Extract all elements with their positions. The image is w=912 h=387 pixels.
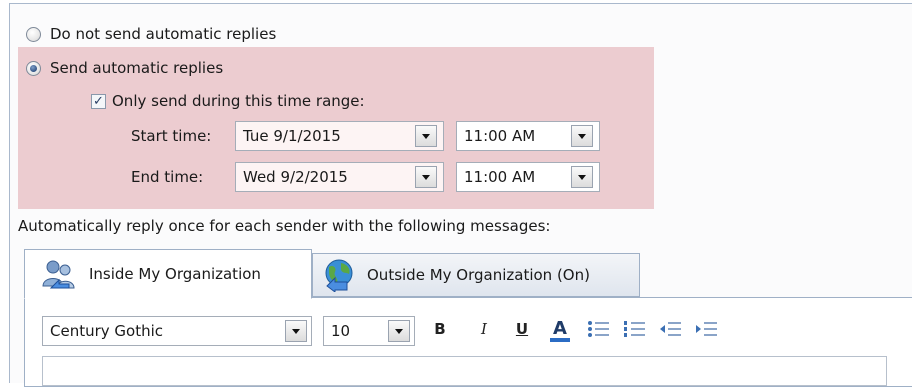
chevron-down-icon[interactable] (415, 125, 437, 147)
radio-unselected-icon[interactable] (26, 26, 41, 42)
start-date-dropdown[interactable]: Tue 9/1/2015 (235, 121, 444, 151)
time-range-checkbox[interactable]: ✓ Only send during this time range: (91, 92, 365, 110)
people-icon (42, 260, 75, 289)
tab-outside-organization[interactable]: Outside My Organization (On) (312, 253, 640, 297)
radio-selected-icon[interactable] (26, 60, 41, 76)
italic-button[interactable]: I (474, 318, 494, 340)
font-color-button[interactable]: A (550, 318, 570, 342)
decrease-indent-icon[interactable] (658, 318, 684, 340)
start-time-dropdown[interactable]: 11:00 AM (456, 121, 600, 151)
chevron-down-icon[interactable] (415, 166, 437, 188)
start-date-value: Tue 9/1/2015 (243, 127, 341, 145)
radio-send[interactable]: Send automatic replies (26, 59, 223, 77)
time-range-label: Only send during this time range: (112, 92, 365, 110)
underline-button[interactable]: U (512, 318, 532, 340)
tab-inside-label: Inside My Organization (89, 265, 261, 283)
chevron-down-icon[interactable] (285, 320, 307, 342)
end-date-dropdown[interactable]: Wed 9/2/2015 (235, 162, 444, 192)
start-time-value: 11:00 AM (464, 127, 536, 145)
tab-outside-label: Outside My Organization (On) (367, 266, 590, 284)
radio-send-label: Send automatic replies (50, 59, 224, 77)
bullets-icon[interactable] (586, 318, 612, 340)
start-time-label: Start time: (131, 127, 212, 145)
increase-indent-icon[interactable] (694, 318, 720, 340)
chevron-down-icon[interactable] (388, 320, 410, 342)
globe-icon (325, 259, 353, 292)
end-time-value: 11:00 AM (464, 168, 536, 186)
end-date-value: Wed 9/2/2015 (243, 168, 348, 186)
message-body-editor[interactable] (42, 356, 887, 386)
end-time-dropdown[interactable]: 11:00 AM (456, 162, 600, 192)
font-value: Century Gothic (50, 322, 164, 340)
chevron-down-icon[interactable] (571, 125, 593, 147)
font-dropdown[interactable]: Century Gothic (42, 316, 312, 346)
end-time-label: End time: (131, 168, 204, 186)
instructions-text: Automatically reply once for each sender… (18, 217, 551, 235)
bold-button[interactable]: B (430, 318, 450, 340)
radio-do-not-send[interactable]: Do not send automatic replies (26, 25, 276, 43)
font-size-dropdown[interactable]: 10 (323, 316, 415, 346)
checkmark-icon[interactable]: ✓ (91, 93, 106, 109)
font-size-value: 10 (331, 322, 351, 340)
numbering-icon[interactable] (622, 318, 648, 340)
chevron-down-icon[interactable] (571, 166, 593, 188)
radio-do-not-send-label: Do not send automatic replies (50, 25, 277, 43)
tab-inside-organization[interactable]: Inside My Organization (24, 249, 312, 299)
